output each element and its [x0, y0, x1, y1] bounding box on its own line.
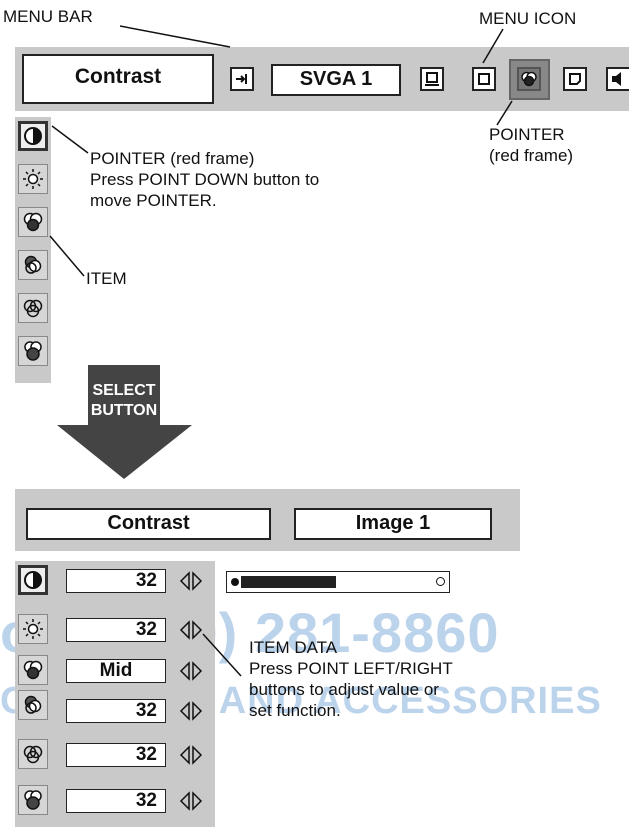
item-value[interactable]: 32: [66, 789, 166, 813]
left-right-arrows-icon[interactable]: [178, 700, 204, 722]
sharpness-icon[interactable]: [18, 785, 48, 815]
bottom-title: Contrast: [107, 512, 190, 534]
tint-icon[interactable]: [18, 690, 48, 720]
slider-right-dot: [436, 577, 445, 586]
select-arrow-line2: BUTTON: [90, 402, 158, 419]
brightness-icon[interactable]: [18, 614, 48, 644]
item-data-callout-4: set function.: [249, 701, 341, 720]
pointer-left-callout-1: POINTER (red frame): [90, 149, 255, 168]
item-data-callout-2: Press POINT LEFT/RIGHT: [249, 659, 453, 678]
item-value[interactable]: Mid: [66, 659, 166, 683]
left-right-arrows-icon[interactable]: [178, 744, 204, 766]
item-value[interactable]: 32: [66, 743, 166, 767]
contrast-icon[interactable]: [18, 565, 48, 595]
slider-fill: [241, 576, 336, 588]
item-data-callout-1: ITEM DATA: [249, 638, 338, 657]
select-arrow-line1: SELECT: [92, 382, 156, 399]
white-balance-icon[interactable]: [18, 739, 48, 769]
image-label: Image 1: [355, 512, 431, 534]
pointer-left-callout-3: move POINTER.: [90, 191, 217, 210]
item-data-callout-3: buttons to adjust value or: [249, 680, 439, 699]
color-icon[interactable]: [18, 655, 48, 685]
item-value[interactable]: 32: [66, 618, 166, 642]
left-right-arrows-icon[interactable]: [178, 570, 204, 592]
pointer-right-callout-1: POINTER: [489, 125, 565, 144]
item-value[interactable]: 32: [66, 699, 166, 723]
slider-left-dot: [231, 578, 239, 586]
contrast-slider[interactable]: [226, 571, 450, 593]
left-right-arrows-icon[interactable]: [178, 790, 204, 812]
item-callout: ITEM: [86, 269, 127, 288]
pointer-right-callout-2: (red frame): [489, 146, 574, 165]
pointer-left-callout-2: Press POINT DOWN button to: [90, 170, 320, 189]
item-value[interactable]: 32: [66, 569, 166, 593]
